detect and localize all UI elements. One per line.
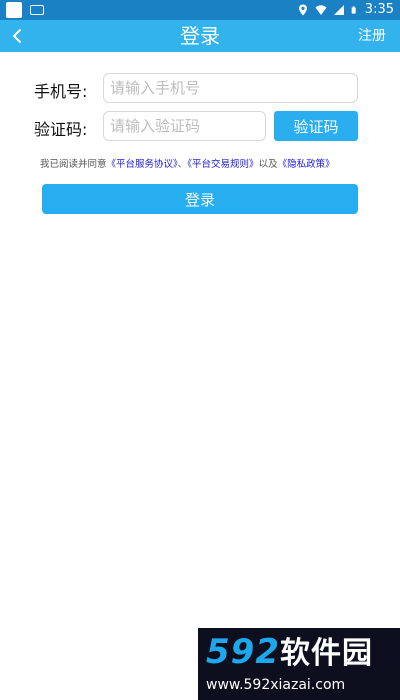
status-bar: 3:35 <box>0 0 400 20</box>
agreement-prefix: 我已阅读并同意 <box>40 159 107 170</box>
phone-label: 手机号: <box>34 82 88 101</box>
code-input[interactable] <box>103 111 266 141</box>
watermark-logo: 592软件园 www.592xiazai.com <box>198 628 400 700</box>
location-icon <box>298 4 307 16</box>
phone-input[interactable] <box>103 73 358 103</box>
status-right: 3:35 <box>297 1 394 19</box>
signal-icon <box>333 5 344 15</box>
watermark-cn: 软件园 <box>279 636 373 671</box>
service-agreement-link[interactable]: 《平台服务协议》 <box>107 159 178 170</box>
title-bar: 登录 注册 <box>0 20 400 52</box>
privacy-policy-link[interactable]: 《隐私政策》 <box>278 159 335 170</box>
app-square-icon <box>6 2 22 18</box>
keyboard-icon <box>30 5 44 15</box>
watermark-url: www.592xiazai.com <box>206 677 346 693</box>
register-link[interactable]: 注册 <box>358 20 386 52</box>
status-left <box>6 2 44 18</box>
code-label: 验证码: <box>34 120 88 139</box>
wifi-icon <box>315 5 327 15</box>
watermark-digits: 592 <box>206 632 280 672</box>
agreement-text: 我已阅读并同意《平台服务协议》、《平台交易规则》以及《隐私政策》 <box>40 158 370 172</box>
get-code-button[interactable]: 验证码 <box>274 111 358 141</box>
watermark-brand: 592软件园 <box>206 632 373 674</box>
status-time: 3:35 <box>364 2 394 17</box>
page-title: 登录 <box>180 24 220 48</box>
agreement-sep1: 、 <box>177 159 188 170</box>
battery-icon <box>351 6 356 14</box>
login-button[interactable]: 登录 <box>42 184 358 214</box>
trading-rules-link[interactable]: 《平台交易规则》 <box>187 159 258 170</box>
agreement-sep2: 以及 <box>258 159 278 170</box>
